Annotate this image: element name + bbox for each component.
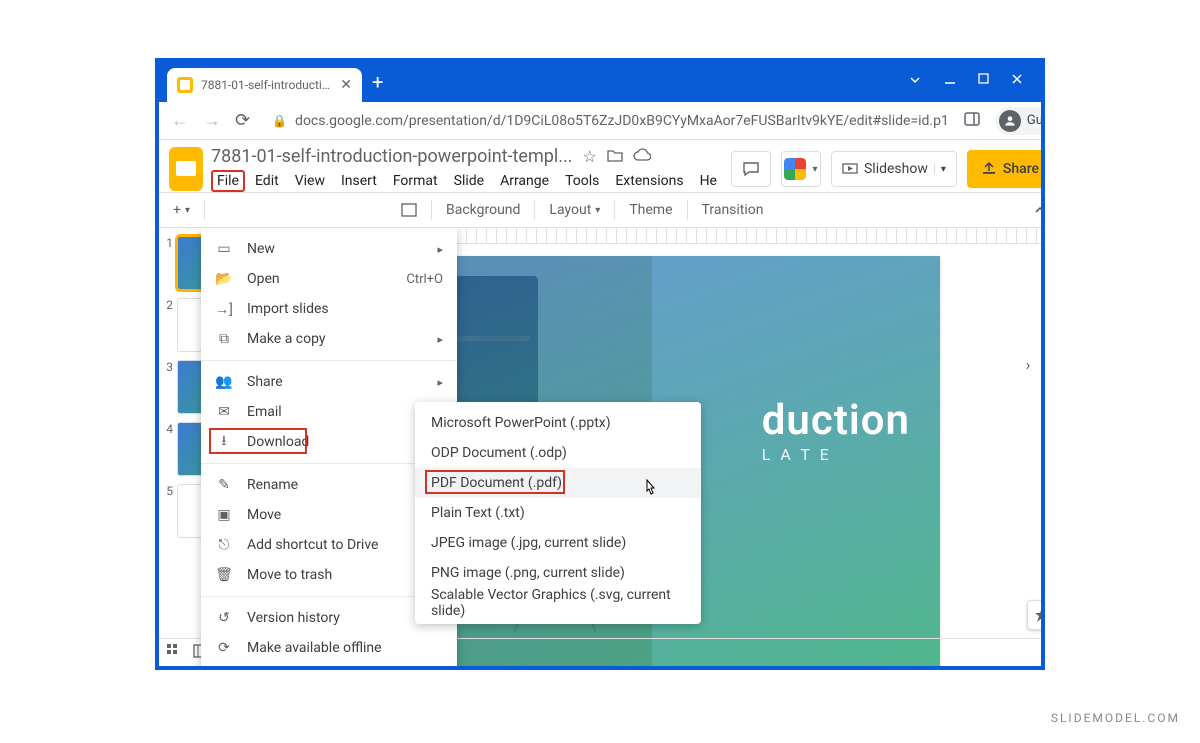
menu-file[interactable]: File: [211, 170, 245, 192]
toolbar-transition[interactable]: Transition: [694, 198, 772, 222]
tab-close-icon[interactable]: ✕: [340, 77, 352, 93]
thumb-number: 2: [163, 298, 173, 352]
window-close-icon[interactable]: [1011, 73, 1023, 91]
trash-icon: 🗑: [215, 567, 233, 583]
slides-favicon-icon: [177, 77, 193, 93]
chrome-urlbar: ← → ⟳ 🔒 docs.google.com/presentation/d/1…: [159, 102, 1041, 140]
fit-icon[interactable]: [393, 199, 425, 221]
cursor-pointer-icon: [641, 478, 659, 504]
pencil-icon: ✎: [215, 477, 233, 493]
cloud-status-icon[interactable]: [633, 147, 651, 166]
meet-icon: [784, 158, 806, 180]
share-button[interactable]: Share: [967, 150, 1045, 188]
offline-icon: ⟳: [215, 640, 233, 656]
menubar: File Edit View Insert Format Slide Arran…: [211, 170, 723, 192]
download-svg[interactable]: Scalable Vector Graphics (.svg, current …: [415, 588, 701, 618]
avatar-icon: [999, 110, 1021, 132]
thumb-number: 4: [163, 422, 173, 476]
slideshow-button[interactable]: Slideshow ▾: [831, 151, 957, 187]
email-icon: ✉: [215, 404, 233, 420]
file-new-icon: ▭: [215, 241, 233, 257]
side-panel-icon[interactable]: [963, 110, 981, 132]
watermark-text: SLIDEMODEL.COM: [1051, 711, 1180, 725]
menu-tools[interactable]: Tools: [559, 170, 605, 192]
share-label: Share: [1003, 161, 1039, 177]
new-tab-button[interactable]: +: [372, 70, 383, 94]
explore-button[interactable]: [1027, 600, 1045, 630]
workspace: 1 2 3 4 5: [159, 228, 1045, 666]
profile-button[interactable]: Guest: [995, 107, 1045, 135]
tab-title: 7881-01-self-introduction-powe: [201, 78, 336, 92]
history-icon: ↺: [215, 610, 233, 626]
address-bar[interactable]: 🔒 docs.google.com/presentation/d/1D9CiL0…: [264, 113, 949, 129]
menu-format[interactable]: Format: [387, 170, 444, 192]
share-icon: 👥: [215, 374, 233, 390]
move-file-icon[interactable]: [607, 147, 623, 166]
menu-arrange[interactable]: Arrange: [494, 170, 555, 192]
new-slide-button[interactable]: +▾: [165, 198, 198, 222]
drive-shortcut-icon: ⎋: [215, 537, 233, 553]
window-maximize-icon[interactable]: [978, 73, 989, 91]
slideshow-label: Slideshow: [864, 161, 928, 177]
menu-view[interactable]: View: [289, 170, 331, 192]
menu-item-share[interactable]: 👥 Share▸: [201, 367, 457, 397]
url-text: docs.google.com/presentation/d/1D9CiL08o…: [295, 113, 949, 129]
app-area: 7881-01-self-introduction-powerpoint-tem…: [159, 140, 1041, 666]
nav-forward-icon[interactable]: →: [203, 110, 221, 131]
menu-extensions[interactable]: Extensions: [609, 170, 689, 192]
thumb-number: 5: [163, 484, 173, 538]
grid-view-icon[interactable]: [167, 643, 183, 662]
comments-button[interactable]: [731, 151, 771, 187]
thumb-number: 3: [163, 360, 173, 414]
toolbar-theme[interactable]: Theme: [621, 198, 680, 222]
star-icon[interactable]: ☆: [582, 147, 596, 166]
download-jpg[interactable]: JPEG image (.jpg, current slide): [415, 528, 701, 558]
window-controls: [908, 73, 1041, 91]
download-png[interactable]: PNG image (.png, current slide): [415, 558, 701, 588]
menu-help[interactable]: He: [694, 170, 723, 192]
menu-item-open[interactable]: 📂 Open Ctrl+O: [201, 264, 457, 294]
profile-label: Guest: [1027, 113, 1045, 128]
copy-icon: ⧉: [215, 331, 233, 347]
menu-slide[interactable]: Slide: [448, 170, 490, 192]
browser-tab[interactable]: 7881-01-self-introduction-powe ✕: [167, 68, 362, 102]
toolbar-collapse-icon[interactable]: [774, 203, 1045, 217]
download-submenu: Microsoft PowerPoint (.pptx) ODP Documen…: [415, 402, 701, 624]
toolbar-background[interactable]: Background: [438, 198, 528, 222]
menu-item-new[interactable]: ▭ New▸: [201, 234, 457, 264]
chrome-titlebar: 7881-01-self-introduction-powe ✕ +: [159, 62, 1041, 102]
menu-item-offline[interactable]: ⟳ Make available offline: [201, 633, 457, 663]
menu-item-make-copy[interactable]: ⧉ Make a copy▸: [201, 324, 457, 354]
thumb-number: 1: [163, 236, 173, 290]
document-title[interactable]: 7881-01-self-introduction-powerpoint-tem…: [211, 146, 572, 167]
slides-logo-icon[interactable]: [169, 147, 203, 191]
window-minimize-icon[interactable]: [944, 73, 956, 91]
toolbar-layout[interactable]: Layout▾: [541, 198, 608, 222]
slide-title-text: duction L A T E: [762, 396, 910, 464]
menu-item-import[interactable]: →] Import slides: [201, 294, 457, 324]
lock-icon: 🔒: [272, 114, 287, 128]
import-icon: →]: [215, 301, 233, 318]
download-icon: ⭳: [215, 430, 233, 454]
menu-insert[interactable]: Insert: [335, 170, 383, 192]
folder-open-icon: 📂: [215, 271, 233, 287]
side-panel-expand-icon[interactable]: ›: [1015, 351, 1041, 377]
nav-back-icon[interactable]: ←: [171, 110, 189, 131]
move-icon: ▣: [215, 507, 233, 523]
toolbar: +▾ Background Layout▾ Theme Transition: [159, 192, 1045, 228]
download-odp[interactable]: ODP Document (.odp): [415, 438, 701, 468]
menu-edit[interactable]: Edit: [249, 170, 285, 192]
nav-reload-icon[interactable]: ⟳: [235, 110, 250, 131]
meet-button[interactable]: ▾: [781, 151, 821, 187]
window-chevron-icon[interactable]: [908, 73, 922, 91]
docs-header: 7881-01-self-introduction-powerpoint-tem…: [159, 140, 1045, 192]
chrome-window: 7881-01-self-introduction-powe ✕ + ← → ⟳…: [155, 58, 1045, 670]
docs-main: 7881-01-self-introduction-powerpoint-tem…: [159, 140, 1045, 666]
download-pptx[interactable]: Microsoft PowerPoint (.pptx): [415, 408, 701, 438]
